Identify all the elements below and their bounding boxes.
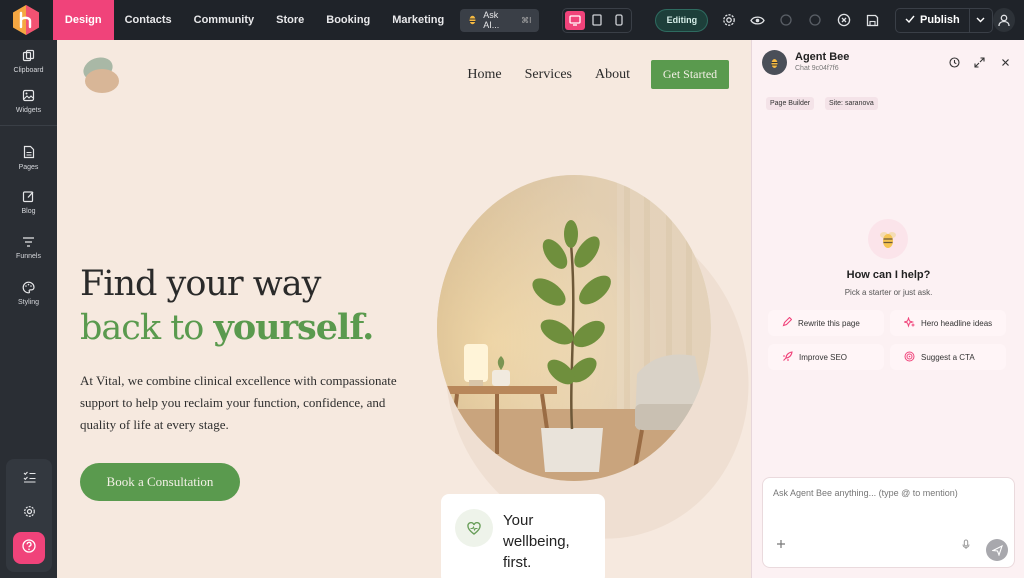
target-icon	[904, 351, 915, 364]
pen-icon	[782, 316, 793, 329]
tab-store[interactable]: Store	[265, 0, 315, 40]
ask-ai-shortcut: ⌘I	[521, 15, 532, 25]
blog-icon	[22, 190, 35, 205]
sidebar-item-styling[interactable]: Styling	[0, 281, 57, 306]
desktop-icon[interactable]	[565, 10, 586, 30]
rocket-icon	[782, 350, 793, 364]
mobile-icon[interactable]	[609, 11, 629, 30]
microphone-icon[interactable]	[962, 537, 970, 555]
redo-icon[interactable]	[801, 0, 830, 40]
ask-ai-button[interactable]: Ask AI... ⌘I	[460, 8, 540, 32]
site-logo[interactable]	[82, 56, 122, 99]
starter-label: Rewrite this page	[798, 318, 860, 328]
settings-gear-icon[interactable]	[6, 505, 52, 518]
tablet-icon[interactable]	[587, 11, 607, 30]
book-consultation-button[interactable]: Book a Consultation	[80, 463, 240, 501]
settings-gear-icon[interactable]	[714, 0, 743, 40]
sidebar-item-label: Blog	[21, 208, 36, 215]
agent-chat-id: Chat 9c04f7f6	[795, 65, 839, 72]
sidebar-item-label: Funnels	[16, 253, 41, 260]
sidebar-item-label: Widgets	[15, 107, 42, 114]
send-icon[interactable]	[986, 539, 1008, 561]
publish-button-group: Publish	[894, 7, 993, 33]
sidebar-item-label: Styling	[17, 299, 39, 306]
bee-icon	[868, 219, 908, 259]
starter-suggest-cta[interactable]: Suggest a CTA	[890, 344, 1006, 370]
widgets-icon	[22, 89, 35, 104]
sidebar-item-clipboard[interactable]: Clipboard	[0, 49, 57, 74]
user-avatar-icon[interactable]	[992, 8, 1015, 32]
context-chip-page-builder[interactable]: Page Builder	[766, 97, 815, 110]
sidebar-item-funnels[interactable]: Funnels	[0, 236, 57, 260]
sidebar-divider	[0, 125, 57, 126]
wellbeing-card[interactable]: Your wellbeing, first.	[441, 494, 605, 578]
wellbeing-card-text: Your wellbeing, first.	[503, 512, 570, 571]
history-clock-icon[interactable]	[947, 55, 961, 69]
pages-icon	[23, 145, 35, 161]
agent-message-composer[interactable]: Ask Agent Bee anything... (type @ to men…	[762, 477, 1015, 568]
undo-icon[interactable]	[772, 0, 801, 40]
funnels-icon	[22, 236, 35, 250]
plus-icon[interactable]	[776, 536, 786, 554]
left-sidebar: Clipboard Widgets Pages Blog Funnels Sty…	[0, 40, 57, 578]
preview-eye-icon[interactable]	[743, 0, 772, 40]
editing-mode-badge[interactable]: Editing	[655, 8, 709, 32]
hero-plant-photo[interactable]	[437, 174, 712, 481]
sidebar-item-label: Pages	[18, 164, 39, 171]
clipboard-icon	[22, 49, 35, 64]
tab-design[interactable]: Design	[52, 0, 114, 40]
device-switcher	[562, 7, 633, 33]
top-bar: Design Contacts Community Store Booking …	[0, 0, 1024, 40]
page-canvas[interactable]: Home Services About Get Started Find you…	[57, 40, 751, 578]
chevron-down-icon[interactable]	[970, 9, 992, 32]
agent-subheading: Pick a starter or just ask.	[844, 288, 933, 297]
tab-community[interactable]: Community	[183, 0, 266, 40]
help-button[interactable]	[13, 532, 45, 564]
site-nav-about[interactable]: About	[595, 67, 630, 83]
get-started-button[interactable]: Get Started	[651, 60, 729, 89]
checklist-icon[interactable]	[6, 471, 52, 483]
sidebar-item-label: Clipboard	[13, 67, 44, 74]
ask-ai-label: Ask AI...	[483, 10, 500, 30]
sidebar-item-widgets[interactable]: Widgets	[0, 89, 57, 114]
check-icon	[905, 14, 915, 26]
publish-label: Publish	[919, 14, 960, 26]
agent-heading: How can I help?	[846, 269, 931, 281]
agent-input-placeholder[interactable]: Ask Agent Bee anything... (type @ to men…	[773, 488, 958, 498]
tab-contacts[interactable]: Contacts	[114, 0, 183, 40]
hero-paragraph[interactable]: At Vital, we combine clinical excellence…	[80, 370, 398, 436]
hero-headline[interactable]: Find your way back to yourself.	[80, 262, 374, 350]
headline-line-2: back to yourself.	[80, 307, 374, 348]
starter-hero-headline[interactable]: Hero headline ideas	[890, 310, 1006, 336]
starter-improve-seo[interactable]: Improve SEO	[768, 344, 884, 370]
bee-icon	[468, 14, 477, 27]
agent-panel: Agent Bee Chat 9c04f7f6 Page Builder Sit…	[751, 40, 1024, 578]
agent-name: Agent Bee	[795, 51, 850, 63]
publish-button[interactable]: Publish	[896, 8, 970, 32]
save-icon[interactable]	[858, 0, 887, 40]
sidebar-utility-panel	[6, 459, 52, 572]
tab-booking[interactable]: Booking	[315, 0, 381, 40]
context-chip-site[interactable]: Site: saranova	[825, 97, 878, 110]
heart-icon	[455, 509, 493, 547]
app-logo[interactable]	[0, 0, 53, 40]
close-circle-icon[interactable]	[829, 0, 858, 40]
starter-label: Hero headline ideas	[921, 318, 993, 328]
starter-rewrite-page[interactable]: Rewrite this page	[768, 310, 884, 336]
agent-avatar	[762, 50, 787, 75]
site-nav-services[interactable]: Services	[525, 67, 572, 83]
starter-label: Improve SEO	[799, 352, 848, 362]
sparkle-icon	[902, 315, 915, 330]
headline-line-1: Find your way	[80, 264, 321, 304]
starter-label: Suggest a CTA	[921, 352, 975, 362]
tab-marketing[interactable]: Marketing	[381, 0, 455, 40]
close-icon[interactable]	[998, 55, 1012, 69]
site-navigation: Home Services About Get Started	[467, 60, 729, 89]
sidebar-item-blog[interactable]: Blog	[0, 190, 57, 215]
sidebar-item-pages[interactable]: Pages	[0, 145, 57, 171]
site-nav-home[interactable]: Home	[467, 67, 501, 83]
expand-icon[interactable]	[972, 55, 986, 69]
help-question-icon	[22, 538, 36, 558]
palette-icon	[22, 281, 35, 296]
